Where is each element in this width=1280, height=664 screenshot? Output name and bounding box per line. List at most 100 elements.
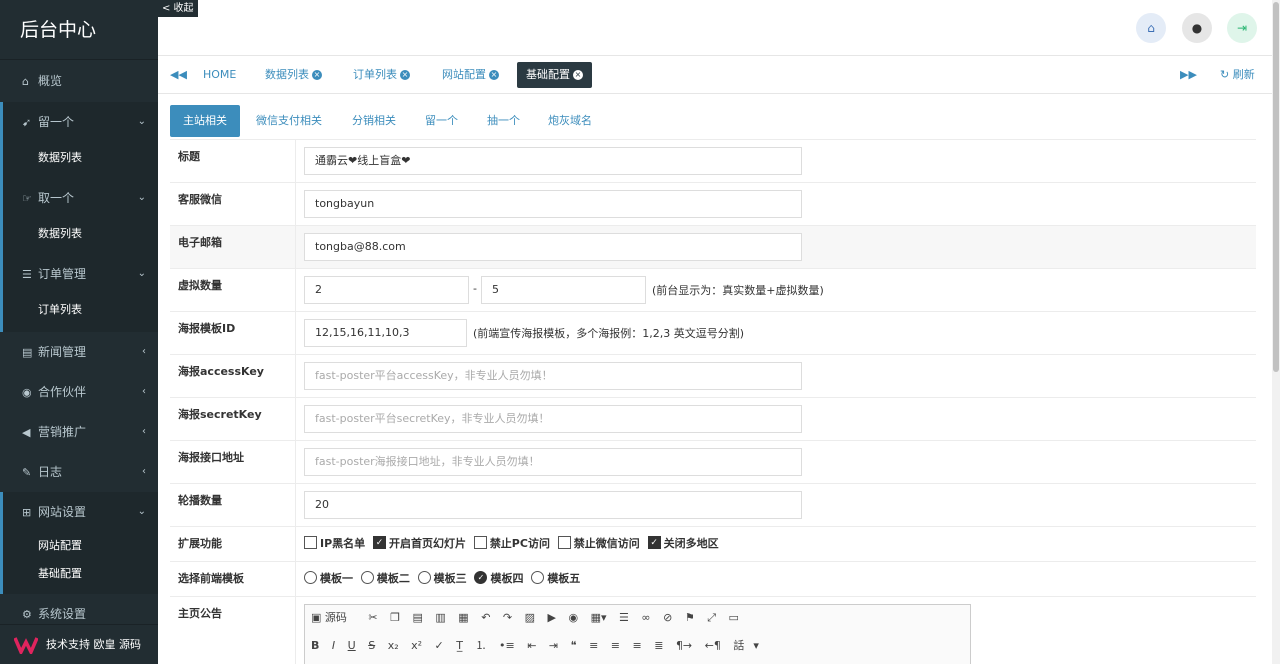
italic-icon[interactable]: I xyxy=(332,636,335,656)
checkbox-block-pc[interactable] xyxy=(473,536,487,549)
checkbox-homepage-slides[interactable]: ✓ xyxy=(372,536,386,549)
collapse-sidebar-button[interactable]: < 收起 xyxy=(158,0,198,17)
carousel-input[interactable]: 20 xyxy=(304,491,802,519)
close-icon[interactable]: × xyxy=(573,70,583,80)
horizontal-rule-icon[interactable]: ☰ xyxy=(619,608,629,628)
close-icon[interactable]: × xyxy=(400,70,410,80)
strikethrough-icon[interactable]: S xyxy=(368,636,375,656)
poster-api-input[interactable]: fast-poster海报接口地址，非专业人员勿填！ xyxy=(304,448,802,476)
user-icon[interactable]: ● xyxy=(1182,13,1212,43)
rich-text-editor[interactable]: ▣ 源码 ✂ ❐ ▤ ▥ ▦ ↶ ↷ ▨ ▶ ◉ ▦▾ ☰ ∞ ⊘ ⚑ ⤢ ▭ … xyxy=(304,604,971,664)
logout-icon[interactable]: ⇥ xyxy=(1227,13,1257,43)
radio-template-2[interactable] xyxy=(360,571,374,584)
tab-order-list[interactable]: 订单列表 × xyxy=(344,62,419,88)
sidebar-subitem-data-list-2[interactable]: 数据列表 xyxy=(3,218,158,250)
bold-icon[interactable]: B xyxy=(311,636,319,656)
sidebar-item-logs[interactable]: ✎ 日志 ‹ xyxy=(0,452,158,492)
checkbox-ip-blacklist[interactable] xyxy=(304,536,317,549)
unlink-icon[interactable]: ⊘ xyxy=(663,608,672,628)
page-scrollbar[interactable] xyxy=(1272,0,1280,664)
subtab-wechat-pay[interactable]: 微信支付相关 xyxy=(243,105,335,137)
sidebar-subitem-data-list[interactable]: 数据列表 xyxy=(3,142,158,174)
option-template-3: 模板三 xyxy=(433,572,467,585)
clear-format-icon[interactable]: T̲ xyxy=(456,636,463,656)
flash-icon[interactable]: ◉ xyxy=(569,608,579,628)
copy-icon[interactable]: ❐ xyxy=(390,608,400,628)
checkbox-block-wechat[interactable] xyxy=(557,536,571,549)
secret-key-input[interactable]: fast-poster平台secretKey，非专业人员勿填！ xyxy=(304,405,802,433)
maximize-icon[interactable]: ⤢ xyxy=(707,608,716,628)
email-input[interactable]: tongba@88.com xyxy=(304,233,802,261)
font-dropdown[interactable]: 話 ▾ xyxy=(733,636,759,656)
outdent-icon[interactable]: ⇤ xyxy=(527,636,536,656)
subtab-draw-one[interactable]: 抽一个 xyxy=(474,105,533,137)
align-justify-icon[interactable]: ≣ xyxy=(654,636,663,656)
scrollbar-thumb[interactable] xyxy=(1273,2,1279,372)
subtab-backup-domain[interactable]: 炮灰域名 xyxy=(535,105,605,137)
sidebar-item-leave-one[interactable]: ➹ 留一个 ⌄ xyxy=(3,102,158,142)
align-center-icon[interactable]: ≡ xyxy=(611,636,620,656)
sidebar-subitem-order-list[interactable]: 订单列表 xyxy=(3,294,158,326)
radio-template-5[interactable] xyxy=(531,571,545,584)
chevron-left-icon: ‹ xyxy=(142,466,146,477)
source-code-button[interactable]: ▣ 源码 xyxy=(311,608,356,628)
undo-icon[interactable]: ↶ xyxy=(481,608,490,628)
subscript-icon[interactable]: x₂ xyxy=(388,636,399,656)
paste-icon[interactable]: ▤ xyxy=(412,608,422,628)
superscript-icon[interactable]: x² xyxy=(411,636,422,656)
anchor-flag-icon[interactable]: ⚑ xyxy=(685,608,695,628)
refresh-button[interactable]: ↻ 刷新 xyxy=(1220,56,1255,94)
tab-home[interactable]: HOME xyxy=(194,62,245,88)
sidebar-item-news[interactable]: ▤ 新闻管理 ‹ xyxy=(0,332,158,372)
wechat-input[interactable]: tongbayun xyxy=(304,190,802,218)
redo-icon[interactable]: ↷ xyxy=(503,608,512,628)
ordered-list-icon[interactable]: ⒈ xyxy=(475,636,486,656)
checkbox-disable-multi-region[interactable]: ✓ xyxy=(647,536,661,549)
video-icon[interactable]: ▶ xyxy=(548,608,556,628)
rtl-icon[interactable]: ←¶ xyxy=(705,636,721,656)
close-icon[interactable]: × xyxy=(312,70,322,80)
subtab-main-site[interactable]: 主站相关 xyxy=(170,105,240,137)
sidebar-subitem-site-config[interactable]: 网站配置 xyxy=(3,532,158,560)
paste-word-icon[interactable]: ▦ xyxy=(458,608,468,628)
image-icon[interactable]: ▨ xyxy=(525,608,535,628)
blockquote-icon[interactable]: ❝ xyxy=(571,636,577,656)
paste-text-icon[interactable]: ▥ xyxy=(435,608,445,628)
cut-icon[interactable]: ✂ xyxy=(368,608,377,628)
sidebar-item-take-one[interactable]: ☞ 取一个 ⌄ xyxy=(3,178,158,218)
megaphone-icon: ◀ xyxy=(22,426,31,439)
link-icon[interactable]: ∞ xyxy=(641,608,650,628)
sidebar-item-partners[interactable]: ◉ 合作伙伴 ‹ xyxy=(0,372,158,412)
align-left-icon[interactable]: ≡ xyxy=(589,636,598,656)
sidebar-item-overview[interactable]: ⌂ 概览 xyxy=(0,60,158,102)
indent-icon[interactable]: ⇥ xyxy=(549,636,558,656)
sidebar-subitem-basic-config[interactable]: 基础配置 xyxy=(3,560,158,588)
tab-basic-config[interactable]: 基础配置 × xyxy=(517,62,592,88)
sidebar-item-marketing[interactable]: ◀ 营销推广 ‹ xyxy=(0,412,158,452)
title-input[interactable]: 通霸云❤线上盲盒❤ xyxy=(304,147,802,175)
tab-site-config[interactable]: 网站配置 × xyxy=(433,62,508,88)
virtual-min-input[interactable]: 2 xyxy=(304,276,469,304)
subtab-leave-one[interactable]: 留一个 xyxy=(412,105,471,137)
close-icon[interactable]: × xyxy=(489,70,499,80)
scroll-left-icon[interactable]: ◀◀ xyxy=(170,56,187,94)
subtab-distribution[interactable]: 分销相关 xyxy=(339,105,409,137)
radio-template-4[interactable]: ✓ xyxy=(474,571,488,584)
access-key-input[interactable]: fast-poster平台accessKey，非专业人员勿填！ xyxy=(304,362,802,390)
radio-template-3[interactable] xyxy=(417,571,431,584)
scroll-right-icon[interactable]: ▶▶ xyxy=(1180,56,1197,94)
virtual-max-input[interactable]: 5 xyxy=(481,276,646,304)
ltr-icon[interactable]: ¶→ xyxy=(676,636,692,656)
sidebar-item-site-settings[interactable]: ⊞ 网站设置 ⌄ xyxy=(3,492,158,532)
align-right-icon[interactable]: ≡ xyxy=(633,636,642,656)
sidebar-item-orders[interactable]: ☰ 订单管理 ⌄ xyxy=(3,254,158,294)
tab-data-list[interactable]: 数据列表 × xyxy=(256,62,331,88)
table-icon[interactable]: ▦▾ xyxy=(591,608,607,628)
radio-template-1[interactable] xyxy=(304,571,317,584)
underline-icon[interactable]: U xyxy=(348,636,356,656)
poster-id-input[interactable]: 12,15,16,11,10,3 xyxy=(304,319,467,347)
unordered-list-icon[interactable]: •≡ xyxy=(499,636,515,656)
format-painter-icon[interactable]: ✓ xyxy=(435,636,444,656)
preview-icon[interactable]: ▭ xyxy=(729,608,739,628)
home-icon[interactable]: ⌂ xyxy=(1136,13,1166,43)
